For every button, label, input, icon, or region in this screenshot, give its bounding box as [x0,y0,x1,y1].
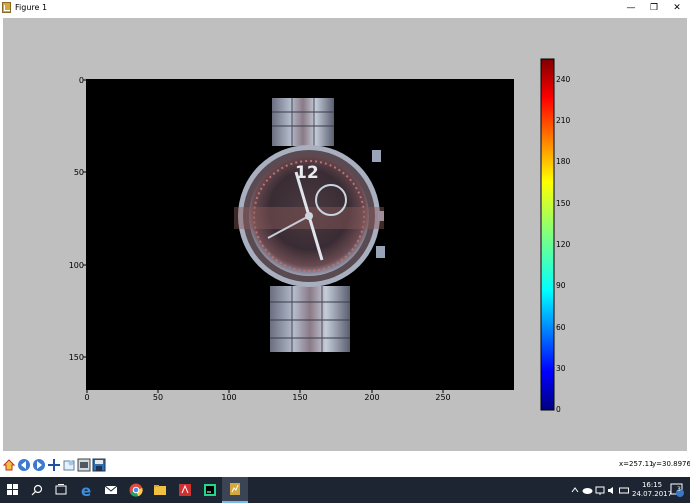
home-button[interactable] [2,457,16,473]
colorbar-tick-label: 90 [556,281,566,290]
colorbar-tick-label: 180 [556,157,571,166]
search-button[interactable] [24,477,50,503]
x-tick-label: 150 [292,393,307,402]
python-figure-button[interactable] [222,477,248,503]
x-tick-label: 0 [84,393,89,402]
cloud-icon [582,488,593,494]
pdf-button[interactable] [172,477,198,503]
start-icon [7,484,18,495]
y-tick-label: 0 [79,76,84,85]
notification-count: 3 [677,486,681,493]
onedrive-button[interactable] [582,477,593,503]
colorbar-gradient [540,58,555,411]
clock-date: 24.07.2017 [632,490,673,498]
colorbar-tick-label: 30 [556,364,566,373]
colorbar-tick-label: 150 [556,199,571,208]
keyboard-icon [619,487,629,493]
edge-icon: e [81,483,91,497]
task-view-button[interactable] [48,477,74,503]
subplots-icon [77,458,91,472]
y-tick-label: 100 [69,261,84,270]
action-center-button[interactable]: 3 [670,477,684,503]
x-coordinate-readout: x=257.11 [619,460,654,468]
network-icon [595,486,605,495]
plot-svg: 12 0 50 100 150 200 250 0 50 100 150 0 3… [69,58,571,414]
file-explorer-button[interactable] [147,477,173,503]
save-button[interactable] [92,457,106,473]
back-icon [18,459,30,471]
clock-time: 16:15 [641,481,663,489]
explorer-icon [154,485,166,495]
edge-button[interactable]: e [74,477,100,503]
colorbar-tick-label: 60 [556,323,566,332]
save-icon [92,458,106,472]
colorbar-tick-label: 0 [556,405,561,414]
search-icon [31,484,43,496]
python-figure-icon [230,483,240,495]
chrome-button[interactable] [123,477,149,503]
zoom-icon [63,460,75,471]
pan-button[interactable] [47,457,61,473]
network-button[interactable] [595,477,605,503]
pan-icon [48,459,60,471]
chevron-up-icon [571,487,579,493]
pycharm-button[interactable] [197,477,223,503]
keyboard-button[interactable] [619,477,629,503]
forward-button[interactable] [32,457,46,473]
y-tick-label: 150 [69,353,84,362]
x-axis: 0 50 100 150 200 250 [84,390,451,402]
pdf-icon [179,484,191,496]
x-tick-label: 200 [364,393,379,402]
colorbar-tick-label: 120 [556,240,571,249]
colorbar: 0 30 60 90 120 150 180 210 240 [540,58,571,414]
subplots-button[interactable] [77,457,91,473]
colorbar-tick-label: 210 [556,116,571,125]
pycharm-icon [204,484,216,496]
mail-button[interactable] [98,477,124,503]
volume-button[interactable] [607,477,617,503]
back-button[interactable] [17,457,31,473]
colorbar-tick-label: 240 [556,75,571,84]
chevron-up-button[interactable] [571,477,579,503]
mail-icon [104,485,118,494]
forward-icon [33,459,45,471]
clock-button[interactable]: 16:15 24.07.2017 [632,477,672,503]
y-tick-label: 50 [74,168,84,177]
svg-text:e: e [81,483,91,497]
home-icon [2,459,16,471]
y-coordinate-readout: y=30.8976 [652,460,690,468]
x-tick-label: 250 [435,393,450,402]
start-button[interactable] [0,477,26,503]
zoom-button[interactable] [62,457,76,473]
x-tick-label: 50 [153,393,163,402]
y-axis: 0 50 100 150 [69,76,86,362]
chrome-icon [129,483,143,497]
task-view-icon [55,484,67,495]
x-tick-label: 100 [221,393,236,402]
speaker-icon [608,486,613,494]
